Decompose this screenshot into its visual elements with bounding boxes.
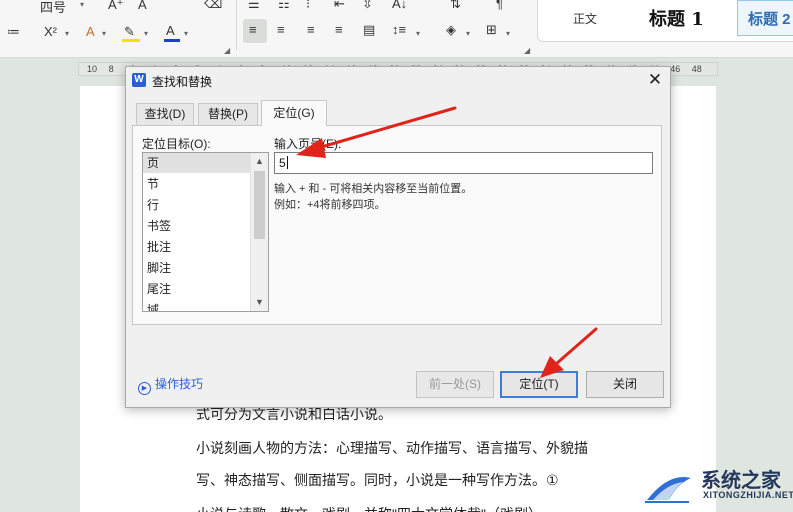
- paragraph-spacing-icon[interactable]: ⇳: [362, 0, 373, 12]
- scroll-thumb[interactable]: [254, 171, 265, 239]
- dialog-title: 查找和替换: [152, 75, 213, 89]
- tab-replace[interactable]: 替换(P): [198, 103, 258, 125]
- font-color-bar: [164, 39, 180, 42]
- paragraph-dialog-launcher-icon[interactable]: ◢: [524, 46, 530, 55]
- list-scrollbar[interactable]: ▲ ▼: [250, 153, 268, 311]
- find-replace-dialog: W 查找和替换 ✕ 查找(D) 替换(P) 定位(G) 定位目标(O): 页 节…: [125, 66, 671, 408]
- goto-button[interactable]: 定位(T): [500, 371, 578, 398]
- list-item-footnote[interactable]: 脚注: [143, 258, 250, 278]
- text-direction-icon[interactable]: A↓: [392, 0, 407, 11]
- border-icon[interactable]: ⊞: [486, 22, 497, 38]
- clear-format-button[interactable]: ⌫: [204, 0, 222, 12]
- superscript-button[interactable]: X²: [44, 24, 57, 39]
- list-item-endnote[interactable]: 尾注: [143, 279, 250, 299]
- style-body[interactable]: 正文: [573, 10, 597, 27]
- doc-line: 写、神态描写、侧面描写。同时，小说是一种写作方法。①: [196, 472, 559, 488]
- tab-find[interactable]: 查找(D): [136, 103, 194, 125]
- ruler-tick: 8: [108, 64, 114, 74]
- divider: [236, 0, 237, 50]
- close-icon[interactable]: ✕: [644, 69, 666, 91]
- font-dialog-launcher-icon[interactable]: ◢: [224, 46, 230, 55]
- list-item-section[interactable]: 节: [143, 174, 250, 194]
- multilevel-list-icon[interactable]: ⁝: [306, 0, 310, 12]
- align-center-icon[interactable]: ≡: [277, 22, 285, 37]
- bullets-icon[interactable]: ≔: [7, 24, 20, 40]
- example-text: 例如：+4将前移四项。: [274, 199, 386, 211]
- ribbon-toolbar: 四号 ▾ A⁺ A ⌫ ≔ X² ▾ A ▾ ✎ ▾ A ▾ ◢ ☰ ☷ ⁝ ⇤…: [0, 0, 793, 58]
- shrink-font-button[interactable]: A: [138, 0, 147, 12]
- align-left-icon: ≡: [249, 22, 257, 37]
- goto-target-list[interactable]: 页 节 行 书签 批注 脚注 尾注 域 ▲ ▼: [142, 152, 269, 312]
- justify-icon[interactable]: ≡: [335, 22, 343, 37]
- watermark-url: XITONGZHIJIA.NET: [703, 490, 793, 500]
- list-item-bookmark[interactable]: 书签: [143, 216, 250, 236]
- ruler-tick: 48: [691, 64, 702, 74]
- style-heading-1[interactable]: 标题 1: [649, 5, 704, 31]
- numbered-list-icon[interactable]: ☷: [278, 0, 290, 12]
- list-icon[interactable]: ☰: [248, 0, 260, 12]
- hint-text: 输入 + 和 - 可将相关内容移至当前位置。: [274, 183, 473, 195]
- list-item-line[interactable]: 行: [143, 195, 250, 215]
- highlight-color-bar: [122, 39, 140, 42]
- watermark-title: 系统之家: [701, 470, 781, 492]
- list-item-comment[interactable]: 批注: [143, 237, 250, 257]
- page-number-value: 5: [279, 156, 286, 170]
- watermark-logo: [645, 476, 691, 503]
- close-button[interactable]: 关闭: [586, 371, 664, 398]
- text-caret: [286, 156, 288, 169]
- doc-line: 小说刻画人物的方法：心理描写、动作描写、语言描写、外貌描: [196, 440, 588, 456]
- wps-logo-icon: W: [132, 73, 146, 87]
- page-number-label: 输入页号(E):: [274, 137, 342, 151]
- tips-link[interactable]: ▶ 操作技巧: [138, 375, 203, 395]
- shading-icon[interactable]: ◈: [446, 22, 456, 38]
- show-marks-icon[interactable]: ¶: [496, 0, 503, 11]
- style-gallery: 正文 标题 1 标题 2: [537, 0, 793, 42]
- align-right-icon[interactable]: ≡: [307, 22, 315, 37]
- text-effect-button[interactable]: A: [86, 24, 95, 39]
- dialog-titlebar[interactable]: W 查找和替换 ✕: [126, 67, 670, 93]
- tab-goto[interactable]: 定位(G): [261, 100, 327, 126]
- scroll-up-icon[interactable]: ▲: [251, 153, 268, 169]
- ruler-tick: 10: [87, 64, 98, 74]
- font-size-select[interactable]: 四号: [40, 0, 66, 16]
- list-item-page[interactable]: 页: [143, 153, 250, 173]
- decrease-indent-icon[interactable]: ⇤: [334, 0, 345, 12]
- highlight-icon[interactable]: ✎: [124, 24, 135, 40]
- distribute-icon[interactable]: ▤: [363, 22, 375, 38]
- grow-font-button[interactable]: A⁺: [108, 0, 124, 13]
- watermark: 系统之家 XITONGZHIJIA.NET: [633, 462, 793, 512]
- previous-button[interactable]: 前一处(S): [416, 371, 494, 398]
- tips-label: 操作技巧: [155, 377, 204, 391]
- goto-panel: 定位目标(O): 页 节 行 书签 批注 脚注 尾注 域 ▲ ▼ 输入页号(E)…: [132, 125, 662, 325]
- scroll-down-icon[interactable]: ▼: [251, 294, 268, 310]
- page-number-input[interactable]: 5: [274, 152, 653, 174]
- font-color-button[interactable]: A: [166, 23, 175, 38]
- goto-target-label: 定位目标(O):: [142, 137, 211, 151]
- play-icon: ▶: [138, 382, 151, 395]
- list-item-field[interactable]: 域: [143, 300, 250, 311]
- line-spacing-icon[interactable]: ↕≡: [392, 22, 406, 37]
- sort-icon[interactable]: ⇅: [450, 0, 461, 12]
- chevron-down-icon[interactable]: ▾: [80, 0, 84, 9]
- ruler-tick: 46: [670, 64, 681, 74]
- style-heading-2[interactable]: 标题 2: [737, 0, 793, 36]
- doc-line: 小说与诗歌、散文、戏剧，并称"四大文学体裁"（戏剧）: [196, 504, 542, 512]
